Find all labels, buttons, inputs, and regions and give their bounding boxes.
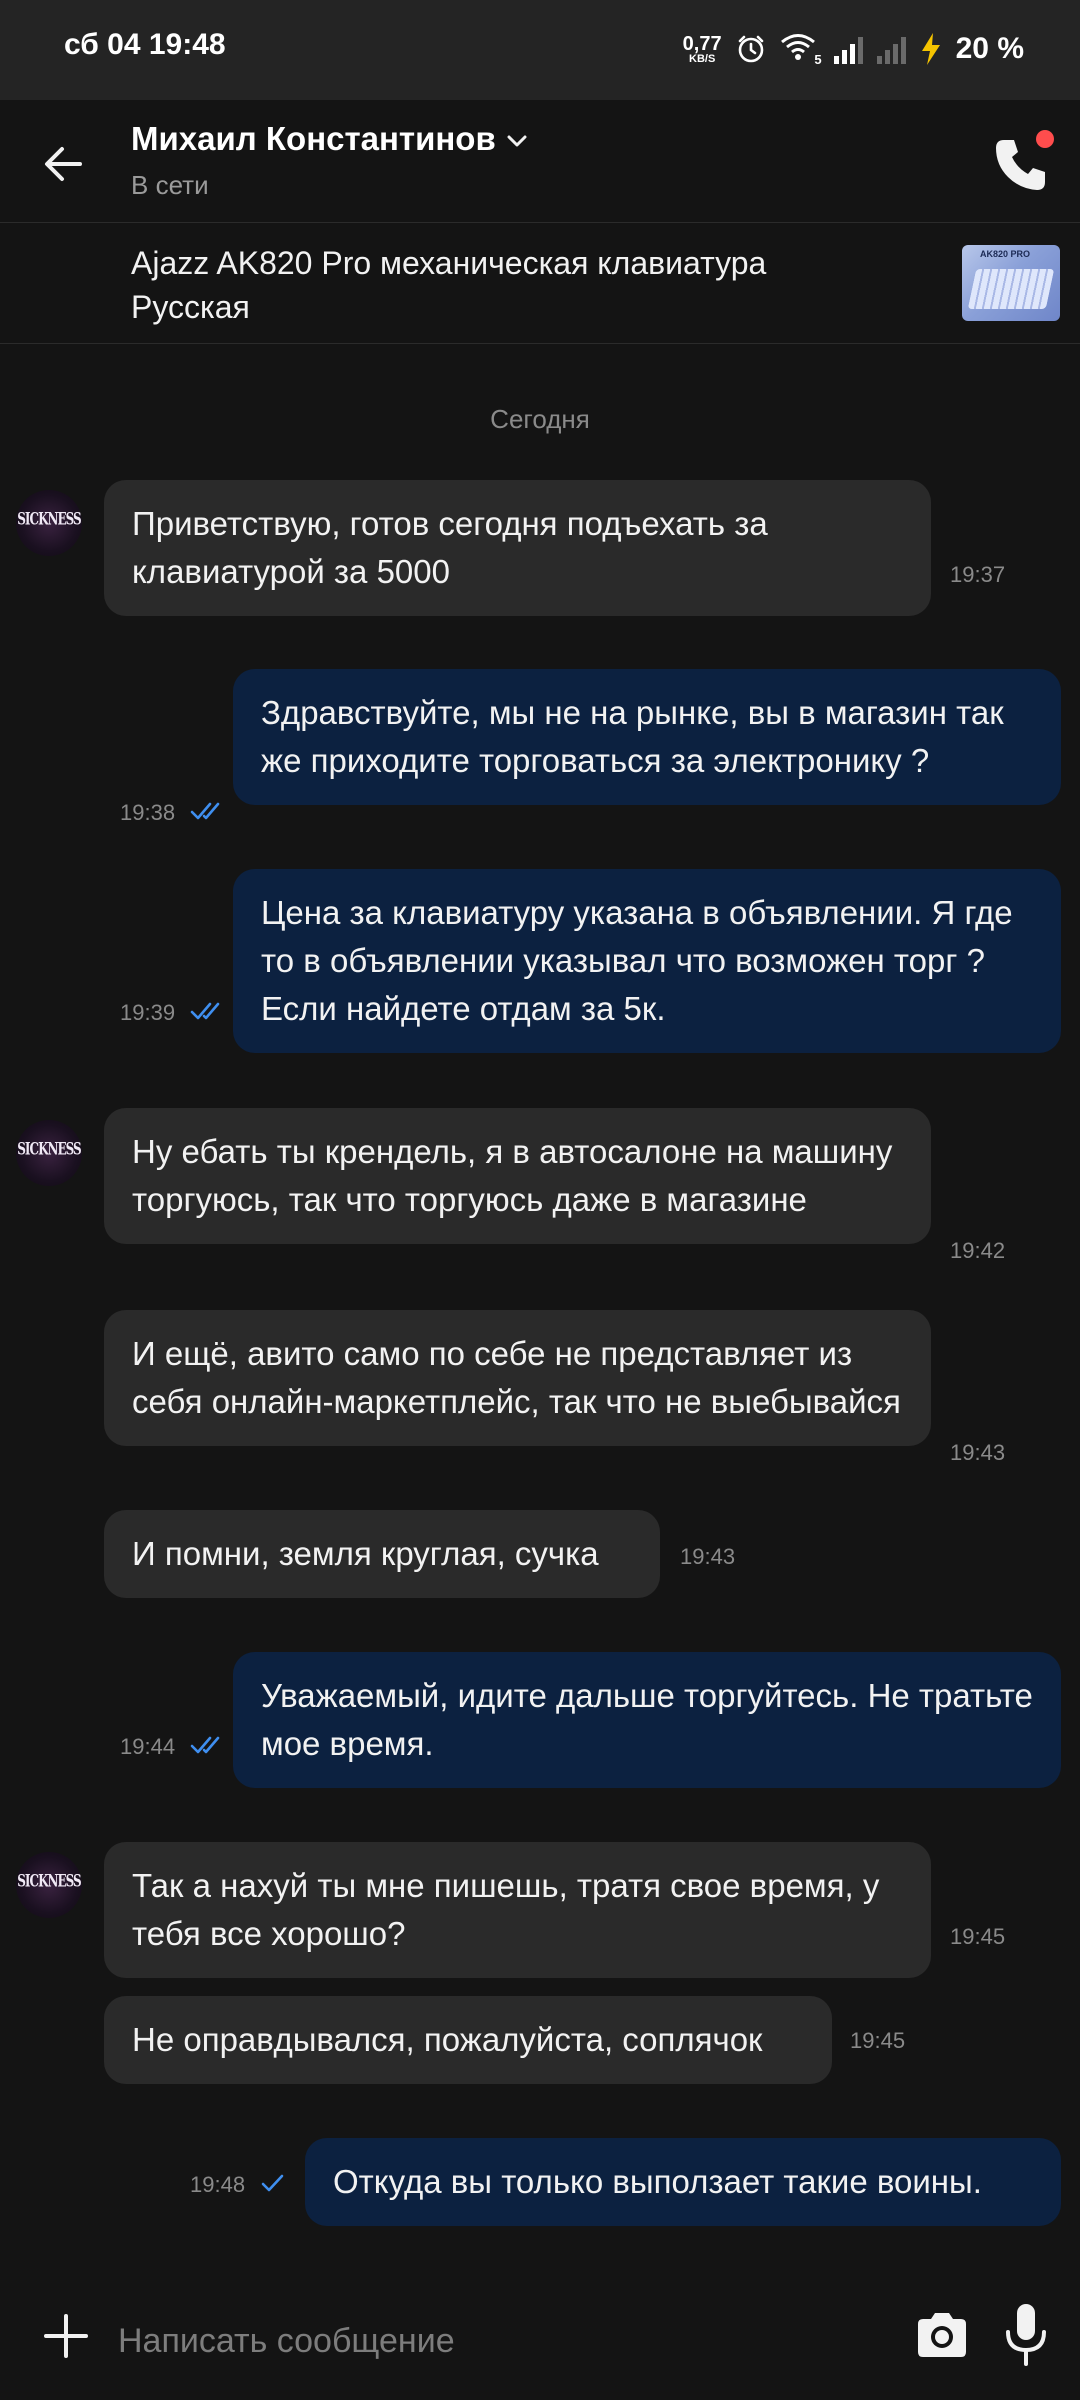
alarm-icon xyxy=(738,35,763,63)
keyboard-image xyxy=(967,269,1055,309)
message-text: Приветствую, готов сегодня подъехать за … xyxy=(132,505,768,590)
message-time: 19:43 xyxy=(680,1544,736,1569)
message-time: 19:45 xyxy=(850,2028,906,2053)
network-speed-value: 0,77 xyxy=(682,32,722,55)
microphone-icon[interactable] xyxy=(996,2300,1056,2370)
avatar[interactable]: SICKNESS xyxy=(16,490,82,556)
wifi-badge: 5 xyxy=(814,52,822,67)
battery-percent: 20 % xyxy=(955,32,1024,65)
back-arrow-icon[interactable] xyxy=(36,136,92,192)
message-bubble-incoming[interactable]: Так а нахуй ты мне пишешь, тратя свое вр… xyxy=(104,1842,931,1978)
network-speed: 0,77 KB/S xyxy=(683,34,722,65)
message-bubble-incoming[interactable]: И ещё, авито само по себе не представляе… xyxy=(104,1310,931,1446)
message-text: Здравствуйте, мы не на рынке, вы в магаз… xyxy=(261,694,1004,779)
status-bar: сб 04 19:48 0,77 KB/S 5 20 % xyxy=(0,0,1080,100)
message-text: Не оправдывался, пожалуйста, соплячок xyxy=(132,2021,763,2058)
message-text: И помни, земля круглая, сучка xyxy=(132,1535,599,1572)
message-text: Откуда вы только выползает такие воины. xyxy=(333,2163,982,2200)
chat-header: Михаил Константинов В сети xyxy=(0,100,1080,222)
listing-thumbnail-label: AK820 PRO xyxy=(980,249,1031,259)
message-time: 19:42 xyxy=(950,1238,1006,1263)
status-time: сб 04 19:48 xyxy=(64,28,226,61)
message-time: 19:48 xyxy=(190,2172,246,2197)
check-icon xyxy=(261,2174,284,2192)
contact-name[interactable]: Михаил Константинов xyxy=(131,120,528,158)
listing-title: Ajazz AK820 Pro механическая клавиатура … xyxy=(131,245,767,325)
wifi-icon: 5 xyxy=(780,33,822,67)
message-bubble-outgoing[interactable]: Откуда вы только выползает такие воины. xyxy=(305,2138,1061,2226)
network-speed-unit: KB/S xyxy=(689,52,716,65)
charging-icon xyxy=(921,33,940,65)
message-text: Ну ебать ты крендель, я в автосалоне на … xyxy=(132,1133,893,1218)
message-bubble-incoming[interactable]: Ну ебать ты крендель, я в автосалоне на … xyxy=(104,1108,931,1244)
message-text: Цена за клавиатуру указана в объявлении.… xyxy=(261,894,1013,1027)
message-text: Так а нахуй ты мне пишешь, тратя свое вр… xyxy=(132,1867,880,1952)
chevron-down-icon[interactable] xyxy=(506,134,528,148)
message-time: 19:45 xyxy=(950,1924,1006,1949)
message-time: 19:43 xyxy=(950,1440,1006,1465)
avatar-text: SICKNESS xyxy=(17,509,81,529)
message-composer xyxy=(0,2280,1080,2400)
message-text: Уважаемый, идите дальше торгуйтесь. Не т… xyxy=(261,1677,1033,1762)
message-input[interactable] xyxy=(116,2310,820,2372)
message-bubble-outgoing[interactable]: Цена за клавиатуру указана в объявлении.… xyxy=(233,869,1061,1053)
camera-icon[interactable] xyxy=(910,2304,974,2368)
date-separator: Сегодня xyxy=(490,404,590,434)
contact-status: В сети xyxy=(131,170,209,200)
double-check-icon xyxy=(190,802,220,820)
message-time: 19:37 xyxy=(950,562,1006,587)
signal-icon-sim1 xyxy=(833,34,863,64)
message-bubble-incoming[interactable]: Приветствую, готов сегодня подъехать за … xyxy=(104,480,931,616)
double-check-icon xyxy=(190,1736,220,1754)
avatar[interactable]: SICKNESS xyxy=(16,1852,82,1918)
double-check-icon xyxy=(190,1002,220,1020)
signal-icon-sim2 xyxy=(876,34,906,64)
contact-name-text: Михаил Константинов xyxy=(131,120,496,157)
message-bubble-outgoing[interactable]: Уважаемый, идите дальше торгуйтесь. Не т… xyxy=(233,1652,1061,1788)
listing-thumbnail[interactable]: AK820 PRO xyxy=(962,245,1060,321)
message-time: 19:38 xyxy=(120,800,176,825)
message-time: 19:44 xyxy=(120,1734,176,1759)
avatar-text: SICKNESS xyxy=(17,1139,81,1159)
listing-item-bar[interactable]: Ajazz AK820 Pro механическая клавиатура … xyxy=(0,222,1080,344)
message-time: 19:39 xyxy=(120,1000,176,1025)
message-text: И ещё, авито само по себе не представляе… xyxy=(132,1335,901,1420)
avatar-text: SICKNESS xyxy=(17,1871,81,1891)
plus-icon[interactable] xyxy=(34,2304,98,2368)
avatar[interactable]: SICKNESS xyxy=(16,1120,82,1186)
status-icons: 0,77 KB/S 5 20 % xyxy=(683,26,1024,72)
message-bubble-outgoing[interactable]: Здравствуйте, мы не на рынке, вы в магаз… xyxy=(233,669,1061,805)
message-bubble-incoming[interactable]: И помни, земля круглая, сучка xyxy=(104,1510,660,1598)
notification-dot xyxy=(1036,130,1054,148)
message-bubble-incoming[interactable]: Не оправдывался, пожалуйста, соплячок xyxy=(104,1996,832,2084)
